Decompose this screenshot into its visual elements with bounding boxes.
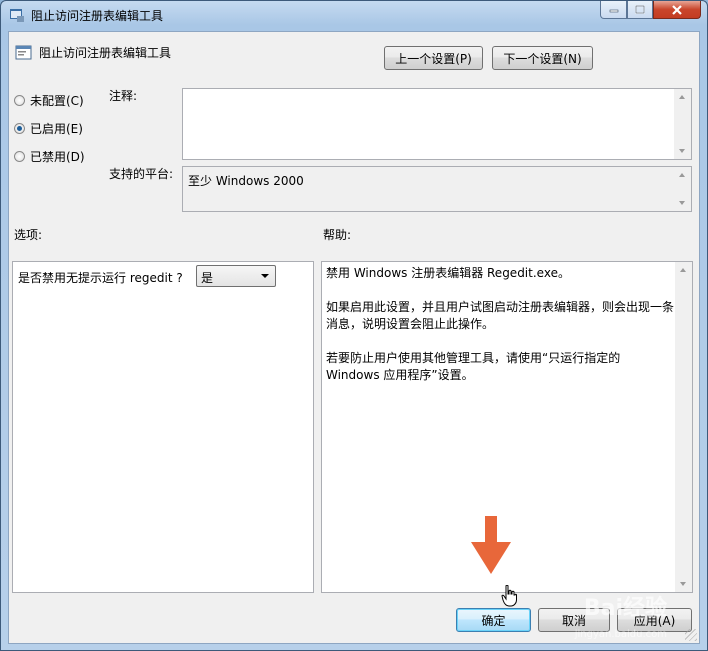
help-paragraph: 禁用 Windows 注册表编辑器 Regedit.exe。 — [326, 266, 570, 280]
policy-icon — [10, 9, 24, 22]
platform-scrollbar[interactable] — [674, 167, 691, 211]
policy-setting-icon — [15, 45, 32, 60]
help-paragraph: 若要防止用户使用其他管理工具，请使用“只运行指定的 Windows 应用程序”设… — [326, 351, 621, 382]
help-paragraph: 如果启用此设置，并且用户试图启动注册表编辑器，则会出现一条消息，说明设置会阻止此… — [326, 300, 675, 331]
radio-label: 已启用(E) — [30, 122, 83, 136]
radio-not-configured[interactable]: 未配置(C) — [14, 92, 84, 109]
previous-setting-button[interactable]: 上一个设置(P) — [384, 46, 483, 70]
scroll-up-icon[interactable] — [679, 173, 685, 177]
minimize-button[interactable] — [600, 1, 627, 19]
options-question: 是否禁用无提示运行 regedit ? — [18, 271, 183, 285]
title-bar[interactable]: 阻止访问注册表编辑工具 — [1, 1, 707, 29]
scroll-down-icon[interactable] — [680, 582, 686, 586]
options-panel: 是否禁用无提示运行 regedit ? 是 — [12, 261, 314, 593]
help-scrollbar[interactable] — [675, 262, 692, 592]
radio-button[interactable] — [14, 95, 25, 106]
close-icon — [672, 4, 682, 15]
maximize-icon — [635, 5, 645, 14]
help-text: 禁用 Windows 注册表编辑器 Regedit.exe。 如果启用此设置，并… — [326, 265, 676, 401]
chevron-down-icon — [261, 274, 269, 278]
platform-value: 至少 Windows 2000 — [188, 174, 304, 188]
minimize-icon — [609, 9, 618, 12]
window-title: 阻止访问注册表编辑工具 — [31, 9, 164, 23]
maximize-button[interactable] — [627, 1, 653, 19]
comment-label: 注释: — [109, 89, 138, 103]
dialog-body: 阻止访问注册表编辑工具 上一个设置(P) 下一个设置(N) 未配置(C) 已启用… — [8, 31, 700, 644]
comment-textarea[interactable] — [182, 88, 692, 160]
radio-enabled[interactable]: 已启用(E) — [14, 120, 83, 137]
dropdown-value: 是 — [201, 271, 214, 285]
mouse-cursor-icon — [501, 585, 517, 607]
annotation-arrow-icon — [471, 516, 511, 574]
radio-label: 已禁用(D) — [30, 150, 85, 164]
policy-title: 阻止访问注册表编辑工具 — [39, 46, 172, 60]
close-button[interactable] — [653, 1, 701, 19]
watermark-url: jingyan.baidu.com — [574, 629, 667, 640]
ok-button[interactable]: 确定 — [456, 608, 531, 632]
help-label: 帮助: — [323, 228, 352, 242]
radio-button[interactable] — [14, 151, 25, 162]
watermark-logo: Bai经验 — [583, 596, 667, 621]
radio-selected-dot — [17, 126, 22, 131]
scroll-down-icon[interactable] — [679, 201, 685, 205]
radio-label: 未配置(C) — [30, 94, 84, 108]
next-setting-button[interactable]: 下一个设置(N) — [492, 46, 593, 70]
options-label: 选项: — [14, 228, 43, 242]
scroll-up-icon[interactable] — [679, 95, 685, 99]
platform-label: 支持的平台: — [109, 167, 174, 181]
radio-button[interactable] — [14, 123, 25, 134]
comment-scrollbar[interactable] — [674, 89, 691, 159]
policy-window: 阻止访问注册表编辑工具 阻止访问注册表编辑工具 上一个设置(P) 下一个设置(N… — [0, 0, 708, 651]
regedit-dropdown[interactable]: 是 — [196, 265, 276, 287]
scroll-up-icon[interactable] — [680, 268, 686, 272]
resize-grip[interactable] — [685, 629, 697, 641]
platform-field: 至少 Windows 2000 — [182, 166, 692, 212]
scroll-down-icon[interactable] — [679, 149, 685, 153]
radio-disabled[interactable]: 已禁用(D) — [14, 148, 85, 165]
